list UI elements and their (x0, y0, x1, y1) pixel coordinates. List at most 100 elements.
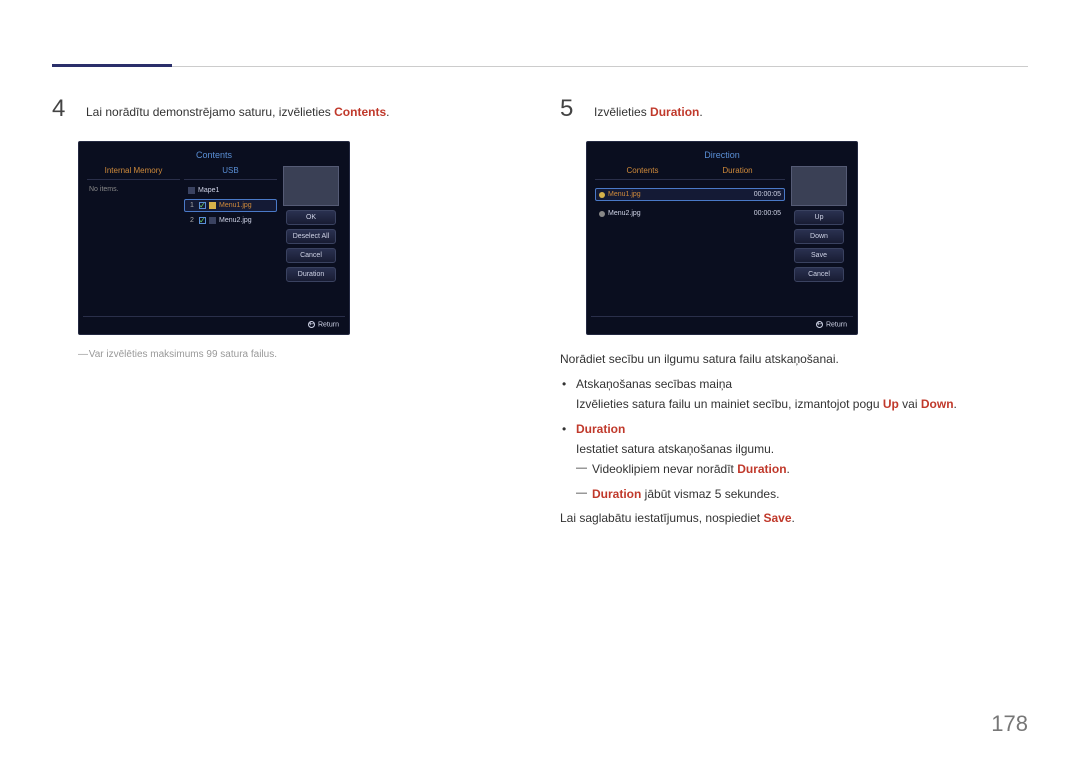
col-head-duration: Duration (690, 166, 785, 180)
col-head-internal: Internal Memory (87, 166, 180, 180)
checkbox-checked-icon (199, 202, 206, 209)
tv-screen-contents: Contents Internal Memory No items. USB M… (78, 141, 350, 335)
dot-icon (599, 192, 605, 198)
duration-keyword: Duration (650, 105, 699, 119)
header-rule-bold (52, 64, 172, 67)
bullet-item: Atskaņošanas secības maiņa Izvēlieties s… (576, 374, 1028, 415)
tv-right-panel: Up Down Save Cancel (789, 166, 849, 312)
up-button: Up (794, 210, 844, 225)
bullet-list: Atskaņošanas secības maiņa Izvēlieties s… (560, 374, 1028, 504)
tv-body: Internal Memory No items. USB Mape1 1 (83, 166, 345, 316)
col-head-contents: Contents (595, 166, 690, 180)
right-column: 5 Izvēlieties Duration. Direction Conten… (560, 95, 1028, 532)
header-rule (52, 66, 1028, 67)
dash-item: Duration jābūt vismaz 5 sekundes. (592, 484, 1028, 504)
up-keyword: Up (883, 397, 899, 411)
save-a: Lai saglabātu iestatījumus, nospiediet (560, 511, 763, 525)
file-label: Menu1.jpg (608, 191, 641, 198)
b1-line-b: . (954, 397, 957, 411)
bullet1-title: Atskaņošanas secības maiņa (576, 377, 732, 391)
d1-b: . (787, 462, 790, 476)
duration-button: Duration (286, 267, 336, 282)
tv-footer: Return (591, 316, 853, 330)
file-row: 2 Menu2.jpg (184, 214, 277, 227)
file-label: Menu1.jpg (219, 202, 252, 209)
bullet-item: Duration Iestatiet satura atskaņošanas i… (576, 419, 1028, 505)
step4-text-a: Lai norādītu demonstrējamo saturu, izvēl… (86, 105, 334, 119)
b2-line: Iestatiet satura atskaņošanas ilgumu. (576, 442, 774, 456)
folder-icon (188, 187, 195, 194)
d2-b: jābūt vismaz 5 sekundes. (641, 487, 779, 501)
b1-or: vai (899, 397, 921, 411)
tv-body: Contents Duration Menu1.jpg 00:00:05 (591, 166, 853, 316)
duration-value: 00:00:05 (754, 191, 781, 198)
row-index: 1 (188, 202, 196, 209)
step5-text-a: Izvēlieties (594, 105, 650, 119)
checkbox-checked-icon (199, 217, 206, 224)
direction-row-selected: Menu1.jpg 00:00:05 (595, 188, 785, 201)
down-button: Down (794, 229, 844, 244)
folder-row: Mape1 (184, 184, 277, 197)
deselect-all-button: Deselect All (286, 229, 336, 244)
down-keyword: Down (921, 397, 954, 411)
d1-a: Videoklipiem nevar norādīt (592, 462, 737, 476)
b1-line-a: Izvēlieties satura failu un mainiet secī… (576, 397, 883, 411)
tv-title: Contents (83, 146, 345, 166)
save-line: Lai saglabātu iestatījumus, nospiediet S… (560, 508, 1028, 528)
duration-keyword: Duration (576, 422, 625, 436)
preview-thumbnail (791, 166, 847, 206)
step-text: Izvēlieties Duration. (594, 105, 703, 119)
step5-text-b: . (699, 105, 702, 119)
contents-keyword: Contents (334, 105, 386, 119)
tv-col-internal: Internal Memory No items. (87, 166, 180, 312)
direction-row: Menu2.jpg 00:00:05 (595, 207, 785, 220)
direction-headers: Contents Duration (595, 166, 785, 184)
dash-item: Videoklipiem nevar norādīt Duration. (592, 459, 1028, 479)
tv-screen-direction: Direction Contents Duration Menu1.jpg 00… (586, 141, 858, 335)
tv-right-panel: OK Deselect All Cancel Duration (281, 166, 341, 312)
row-left: Menu2.jpg (599, 210, 641, 217)
duration-keyword: Duration (737, 462, 786, 476)
step-5-line: 5 Izvēlieties Duration. (560, 95, 1028, 123)
page-number: 178 (991, 711, 1028, 737)
file-label: Menu2.jpg (219, 217, 252, 224)
image-icon (209, 202, 216, 209)
return-icon (816, 321, 823, 328)
file-label: Menu2.jpg (608, 210, 641, 217)
left-column: 4 Lai norādītu demonstrējamo saturu, izv… (52, 95, 520, 532)
row-left: Menu1.jpg (599, 191, 641, 198)
return-label: Return (318, 321, 339, 328)
content-columns: 4 Lai norādītu demonstrējamo saturu, izv… (52, 95, 1028, 532)
direction-list: Contents Duration Menu1.jpg 00:00:05 (595, 166, 785, 312)
intro-line: Norādiet secību un ilgumu satura failu a… (560, 349, 1028, 369)
save-b: . (792, 511, 795, 525)
tv-footer: Return (83, 316, 345, 330)
folder-label: Mape1 (198, 187, 219, 194)
dot-icon (599, 211, 605, 217)
col-head-usb: USB (184, 166, 277, 180)
tv-title: Direction (591, 146, 853, 166)
step-number: 5 (560, 95, 580, 123)
step-text: Lai norādītu demonstrējamo saturu, izvēl… (86, 105, 389, 119)
return-label: Return (826, 321, 847, 328)
save-keyword: Save (763, 511, 791, 525)
step4-text-b: . (386, 105, 389, 119)
file-row-selected: 1 Menu1.jpg (184, 199, 277, 212)
footnote-step4: Var izvēlēties maksimums 99 satura failu… (78, 349, 520, 360)
duration-value: 00:00:05 (754, 210, 781, 217)
preview-thumbnail (283, 166, 339, 206)
image-icon (209, 217, 216, 224)
step-number: 4 (52, 95, 72, 123)
save-button: Save (794, 248, 844, 263)
step-4-line: 4 Lai norādītu demonstrējamo saturu, izv… (52, 95, 520, 123)
no-items-label: No items. (87, 184, 180, 195)
return-icon (308, 321, 315, 328)
dash-list: Videoklipiem nevar norādīt Duration. Dur… (576, 459, 1028, 504)
cancel-button: Cancel (794, 267, 844, 282)
body-text-step5: Norādiet secību un ilgumu satura failu a… (560, 349, 1028, 528)
tv-left: Internal Memory No items. USB Mape1 1 (87, 166, 277, 312)
cancel-button: Cancel (286, 248, 336, 263)
row-index: 2 (188, 217, 196, 224)
duration-keyword: Duration (592, 487, 641, 501)
tv-col-usb: USB Mape1 1 Menu1.jpg 2 (184, 166, 277, 312)
